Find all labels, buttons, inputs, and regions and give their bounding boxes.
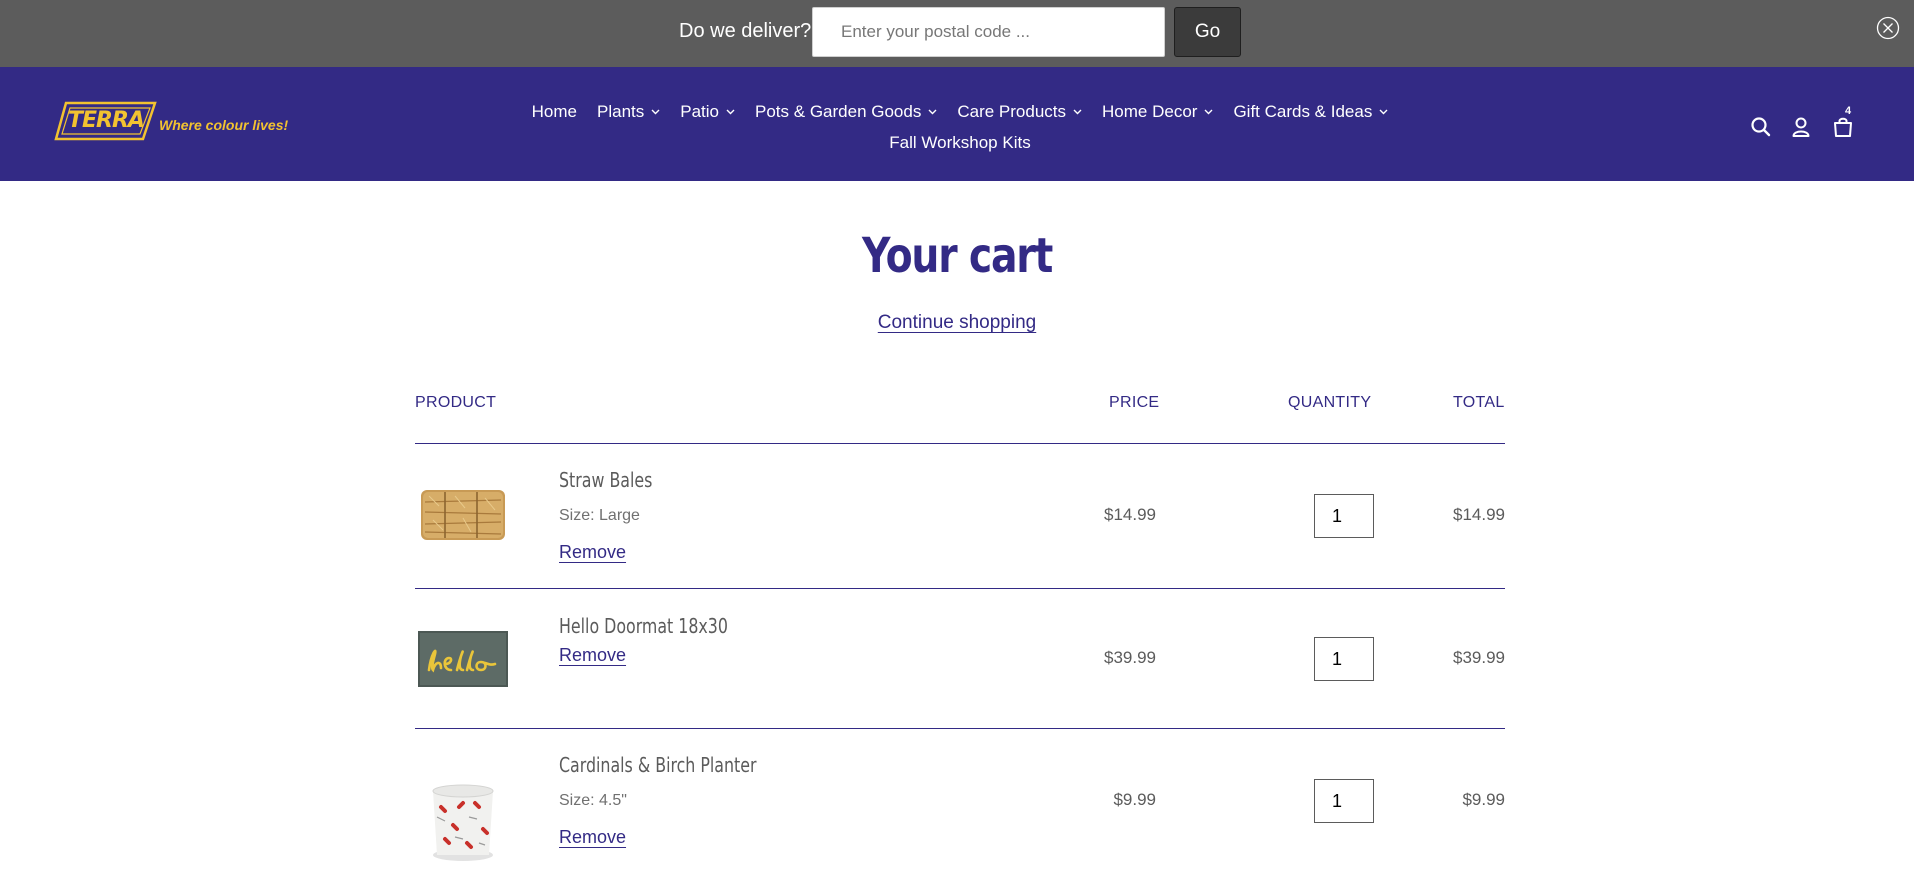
cart-row: Straw Bales Size: Large Remove $14.99 $1… [415,444,1505,588]
nav-item-label: Care Products [957,102,1067,121]
remove-link[interactable]: Remove [559,827,626,848]
go-button[interactable]: Go [1174,7,1241,57]
nav-primary-row: Home Plants Patio Pots & Garden Goods Care P… [500,98,1420,126]
chevron-down-icon [1379,109,1388,115]
product-name[interactable]: Straw Bales [559,468,652,492]
column-header-total: TOTAL [1453,394,1505,411]
nav-secondary-row: Fall Workshop Kits [500,129,1420,157]
remove-link[interactable]: Remove [559,542,626,563]
product-variant: Size: Large [559,507,640,524]
nav-item-gift-cards-ideas[interactable]: Gift Cards & Ideas [1223,102,1398,122]
nav-item-plants[interactable]: Plants [587,102,670,122]
nav-item-care-products[interactable]: Care Products [947,102,1092,122]
straw-bales-image[interactable] [415,466,511,562]
search-icon[interactable] [1749,115,1773,139]
product-price: $39.99 [1104,648,1156,667]
hello-doormat-image[interactable] [415,610,511,706]
continue-shopping-link[interactable]: Continue shopping [878,312,1036,333]
quantity-input[interactable] [1314,779,1374,823]
remove-link[interactable]: Remove [559,645,626,666]
cardinals-birch-planter-image[interactable] [415,773,511,869]
nav-item-fall-workshop-kits[interactable]: Fall Workshop Kits [879,133,1040,153]
nav-item-label: Gift Cards & Ideas [1233,102,1373,121]
chevron-down-icon [651,109,660,115]
postal-code-input[interactable] [812,7,1165,57]
cart-row: Cardinals & Birch Planter Size: 4.5" Rem… [415,729,1505,870]
cart-icon[interactable] [1831,115,1855,139]
continue-shopping-wrapper: Continue shopping [0,312,1914,334]
product-name[interactable]: Hello Doormat 18x30 [559,614,728,638]
terra-logo[interactable]: TERRA Where colour lives! [54,99,314,145]
product-price: $9.99 [1113,790,1156,809]
nav-item-label: Patio [680,102,720,121]
product-name[interactable]: Cardinals & Birch Planter [559,753,757,777]
logo-tagline: Where colour lives! [159,117,289,133]
nav-item-home-decor[interactable]: Home Decor [1092,102,1223,122]
product-price: $14.99 [1104,505,1156,524]
delivery-bar: Do we deliver? Go [0,0,1914,67]
chevron-down-icon [1204,109,1213,115]
account-icon[interactable] [1789,115,1813,139]
main-nav: Home Plants Patio Pots & Garden Goods Care P… [500,98,1420,157]
logo-text: TERRA [68,108,145,133]
chevron-down-icon [726,109,735,115]
nav-item-label: Plants [597,102,645,121]
nav-item-pots-garden-goods[interactable]: Pots & Garden Goods [745,102,947,122]
quantity-input[interactable] [1314,637,1374,681]
nav-item-patio[interactable]: Patio [670,102,745,122]
product-total: $39.99 [1453,648,1505,667]
column-header-product: PRODUCT [415,394,497,411]
cart-row: Hello Doormat 18x30 Remove $39.99 $39.99 [415,589,1505,729]
site-header: TERRA Where colour lives! Home Plants Pati… [0,67,1914,181]
column-header-quantity: QUANTITY [1288,394,1372,411]
nav-item-label: Home [531,102,578,121]
close-icon[interactable] [1876,16,1900,40]
page-title: Your cart [861,228,1053,284]
delivery-label: Do we deliver? [679,20,812,42]
chevron-down-icon [1073,109,1082,115]
cart-count-badge: 4 [1845,105,1852,117]
product-total: $14.99 [1453,505,1505,524]
nav-item-label: Pots & Garden Goods [755,102,922,121]
chevron-down-icon [928,109,937,115]
product-total: $9.99 [1462,790,1505,809]
nav-item-home[interactable]: Home [522,102,587,122]
nav-item-label: Home Decor [1102,102,1198,121]
product-variant: Size: 4.5" [559,792,627,809]
quantity-input[interactable] [1314,494,1374,538]
column-header-price: PRICE [1109,394,1160,411]
